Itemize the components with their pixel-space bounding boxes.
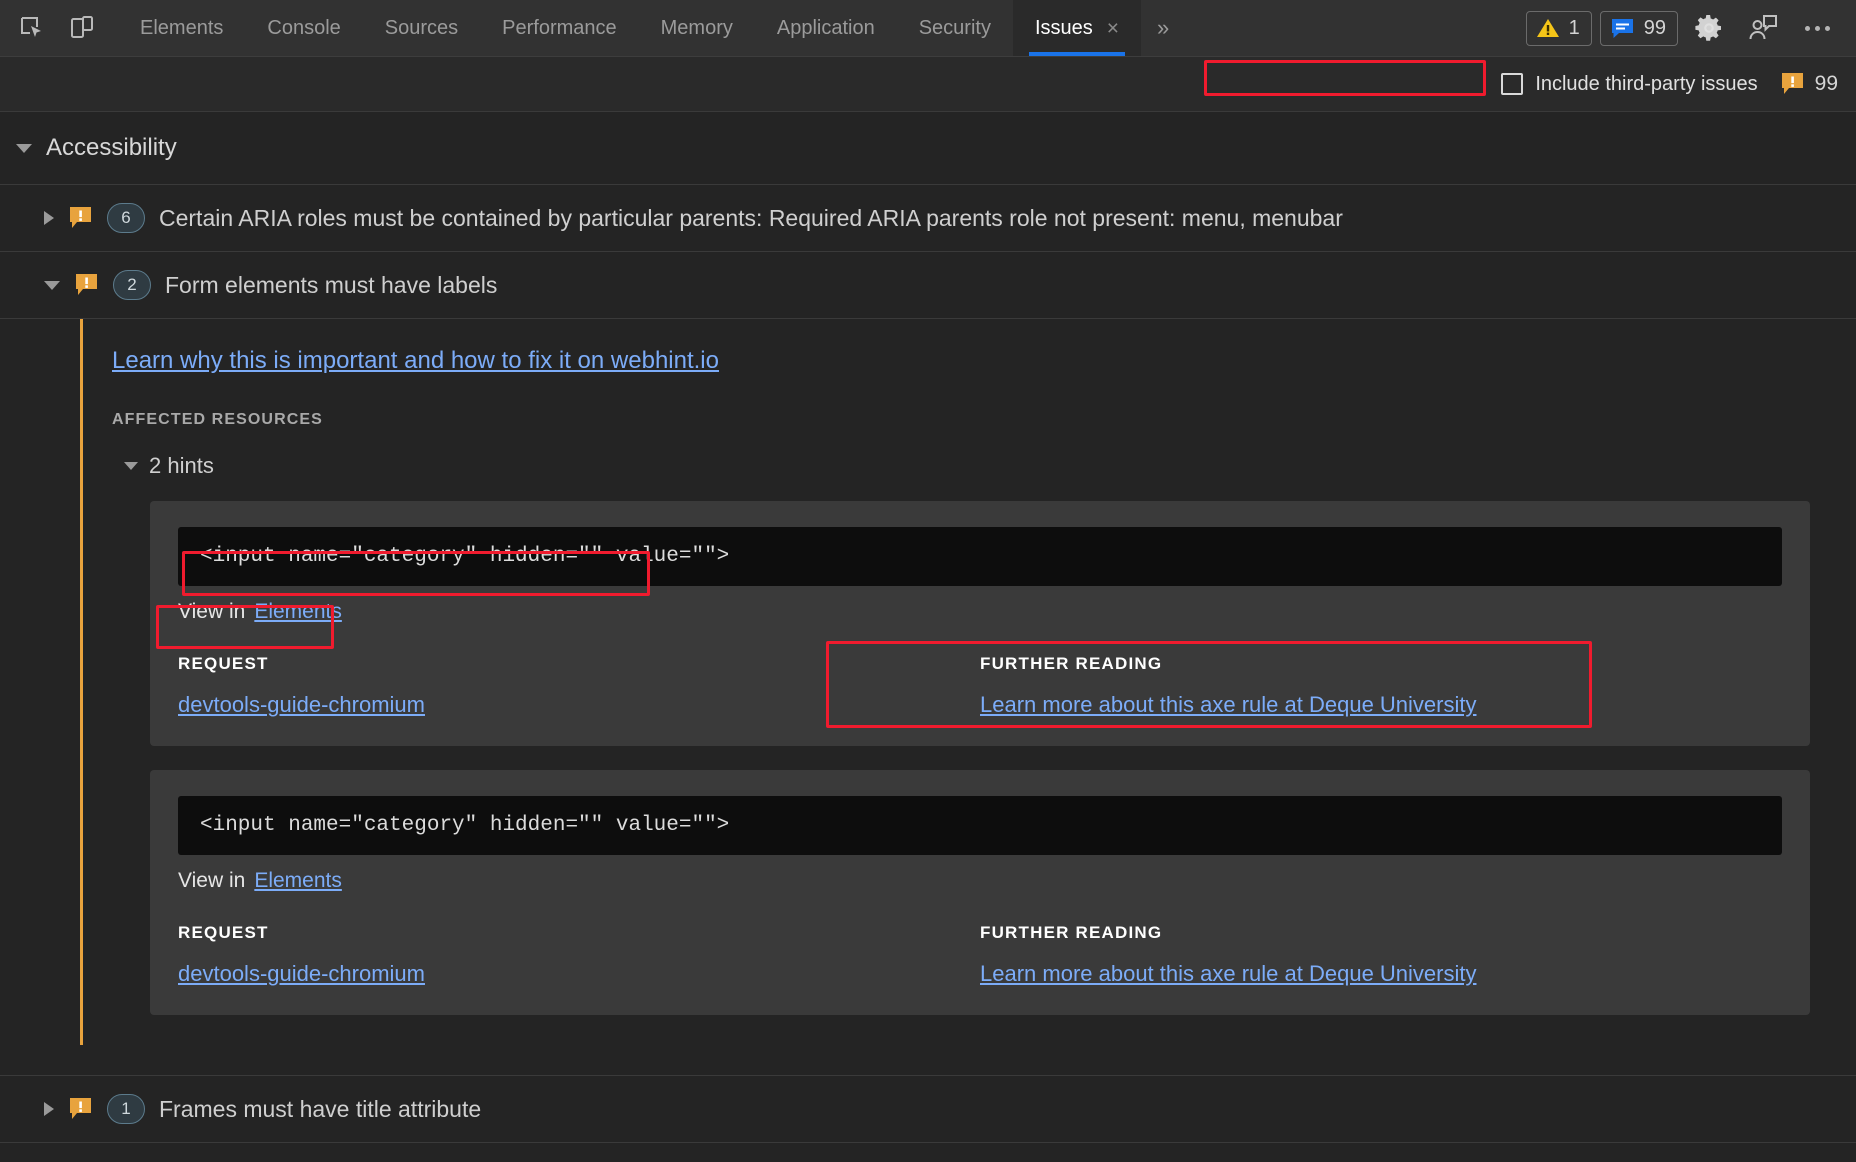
chevron-right-icon xyxy=(44,211,54,225)
panel-tabs: Elements Console Sources Performance Mem… xyxy=(118,0,1185,56)
warning-counter[interactable]: 1 xyxy=(1525,10,1592,46)
issue-message-icon xyxy=(1611,18,1633,38)
hint-code-snippet[interactable]: <input name="category" hidden="" value="… xyxy=(178,527,1782,586)
tab-application[interactable]: Application xyxy=(755,0,897,56)
chevron-down-icon xyxy=(44,280,60,290)
device-toolbar-button[interactable] xyxy=(60,6,104,50)
tab-label: Elements xyxy=(140,16,224,39)
hints-toggle[interactable]: 2 hints xyxy=(124,453,1856,479)
settings-button[interactable] xyxy=(1686,5,1732,51)
hint-card-columns: REQUEST devtools-guide-chromium FURTHER … xyxy=(178,654,1782,718)
chevron-down-icon xyxy=(16,143,32,153)
tab-label: Console xyxy=(267,16,341,39)
tab-elements[interactable]: Elements xyxy=(118,0,245,56)
hints-label: 2 hints xyxy=(149,453,214,478)
inspect-element-button[interactable] xyxy=(10,6,54,50)
hint-card: <input name="category" hidden="" value="… xyxy=(150,770,1810,1015)
hint-code-snippet[interactable]: <input name="category" hidden="" value="… xyxy=(178,796,1782,855)
three-dots-icon xyxy=(1804,25,1830,31)
tab-console[interactable]: Console xyxy=(245,0,362,56)
tab-issues[interactable]: Issues × xyxy=(1012,0,1142,56)
tab-sources[interactable]: Sources xyxy=(363,0,480,56)
further-reading-column: FURTHER READING Learn more about this ax… xyxy=(980,654,1782,718)
issues-list: Accessibility 6 Certain ARIA roles must … xyxy=(0,112,1856,1143)
feedback-button[interactable] xyxy=(1740,5,1786,51)
more-tabs-icon[interactable]: » xyxy=(1141,0,1185,56)
toolbar-icon-group xyxy=(0,0,104,56)
tab-label: Issues xyxy=(1034,16,1093,39)
view-in-elements-link[interactable]: Elements xyxy=(254,869,342,893)
issue-detail-form-labels: Learn why this is important and how to f… xyxy=(0,319,1856,1076)
issues-counter[interactable]: 99 xyxy=(1599,10,1678,46)
tab-label: Security xyxy=(918,16,991,39)
request-label: REQUEST xyxy=(178,923,269,942)
deque-university-link[interactable]: Learn more about this axe rule at Deque … xyxy=(980,961,1476,987)
warning-count: 1 xyxy=(1568,16,1580,39)
hint-card: <input name="category" hidden="" value="… xyxy=(150,501,1810,746)
tab-security[interactable]: Security xyxy=(897,0,1013,56)
issues-filter-bar: Include third-party issues 99 xyxy=(0,57,1856,112)
device-toolbar-icon xyxy=(71,16,93,38)
learn-more-webhint-link[interactable]: Learn why this is important and how to f… xyxy=(112,347,719,375)
inspect-element-icon xyxy=(21,17,41,37)
warning-triangle-icon xyxy=(1536,19,1559,37)
issue-warning-icon xyxy=(70,1098,91,1119)
view-in-elements-link[interactable]: Elements xyxy=(254,600,342,624)
deque-university-link[interactable]: Learn more about this axe rule at Deque … xyxy=(980,692,1476,718)
issue-row-frames-title[interactable]: 1 Frames must have title attribute xyxy=(0,1076,1856,1143)
include-third-party-checkbox[interactable]: Include third-party issues xyxy=(1493,69,1765,100)
checkbox-box-icon[interactable] xyxy=(1501,73,1524,95)
request-link[interactable]: devtools-guide-chromium xyxy=(178,961,425,987)
chevron-down-icon xyxy=(124,462,138,470)
tab-label: Performance xyxy=(502,16,617,39)
issue-title: Form elements must have labels xyxy=(165,271,498,298)
request-column: REQUEST devtools-guide-chromium xyxy=(178,654,980,718)
category-header-accessibility[interactable]: Accessibility xyxy=(0,112,1856,185)
further-reading-label: FURTHER READING xyxy=(980,923,1163,942)
chevron-right-icon xyxy=(44,1102,54,1116)
issue-warning-icon xyxy=(76,274,97,295)
more-options-button[interactable] xyxy=(1794,5,1840,51)
tab-label: Application xyxy=(776,16,875,39)
further-reading-column: FURTHER READING Learn more about this ax… xyxy=(980,923,1782,987)
hint-cards: <input name="category" hidden="" value="… xyxy=(150,501,1810,1015)
tab-performance[interactable]: Performance xyxy=(480,0,639,56)
tab-memory[interactable]: Memory xyxy=(639,0,755,56)
gear-icon xyxy=(1695,15,1721,41)
view-in-elements: View in Elements xyxy=(178,869,1782,893)
issues-count: 99 xyxy=(1643,16,1666,39)
filterbar-issue-count: 99 xyxy=(1814,72,1838,95)
filterbar-issue-counter: 99 xyxy=(1780,72,1838,96)
feedback-person-icon xyxy=(1749,15,1777,40)
issue-title: Certain ARIA roles must be contained by … xyxy=(159,204,1343,231)
include-third-party-label: Include third-party issues xyxy=(1535,72,1758,95)
request-column: REQUEST devtools-guide-chromium xyxy=(178,923,980,987)
tab-label: Memory xyxy=(660,16,733,39)
issue-row-form-labels[interactable]: 2 Form elements must have labels xyxy=(0,252,1856,319)
close-icon[interactable]: × xyxy=(1107,18,1119,39)
view-in-label: View in xyxy=(178,869,246,892)
issue-row-aria-roles[interactable]: 6 Certain ARIA roles must be contained b… xyxy=(0,185,1856,252)
issue-title: Frames must have title attribute xyxy=(159,1095,482,1122)
request-label: REQUEST xyxy=(178,654,269,673)
affected-resources-label: AFFECTED RESOURCES xyxy=(112,411,323,428)
issue-count-badge: 1 xyxy=(107,1094,145,1124)
toolbar-right-group: 1 99 xyxy=(1525,0,1856,56)
tab-label: Sources xyxy=(384,16,459,39)
issue-orange-icon xyxy=(1781,73,1803,94)
issue-count-badge: 6 xyxy=(107,203,145,233)
request-link[interactable]: devtools-guide-chromium xyxy=(178,692,425,718)
category-title: Accessibility xyxy=(46,134,177,161)
further-reading-label: FURTHER READING xyxy=(980,654,1163,673)
devtools-toolbar: Elements Console Sources Performance Mem… xyxy=(0,0,1856,57)
view-in-elements: View in Elements xyxy=(178,600,1782,624)
issue-warning-icon xyxy=(70,207,91,228)
issue-count-badge: 2 xyxy=(113,270,151,300)
view-in-label: View in xyxy=(178,600,246,623)
hint-card-columns: REQUEST devtools-guide-chromium FURTHER … xyxy=(178,923,1782,987)
